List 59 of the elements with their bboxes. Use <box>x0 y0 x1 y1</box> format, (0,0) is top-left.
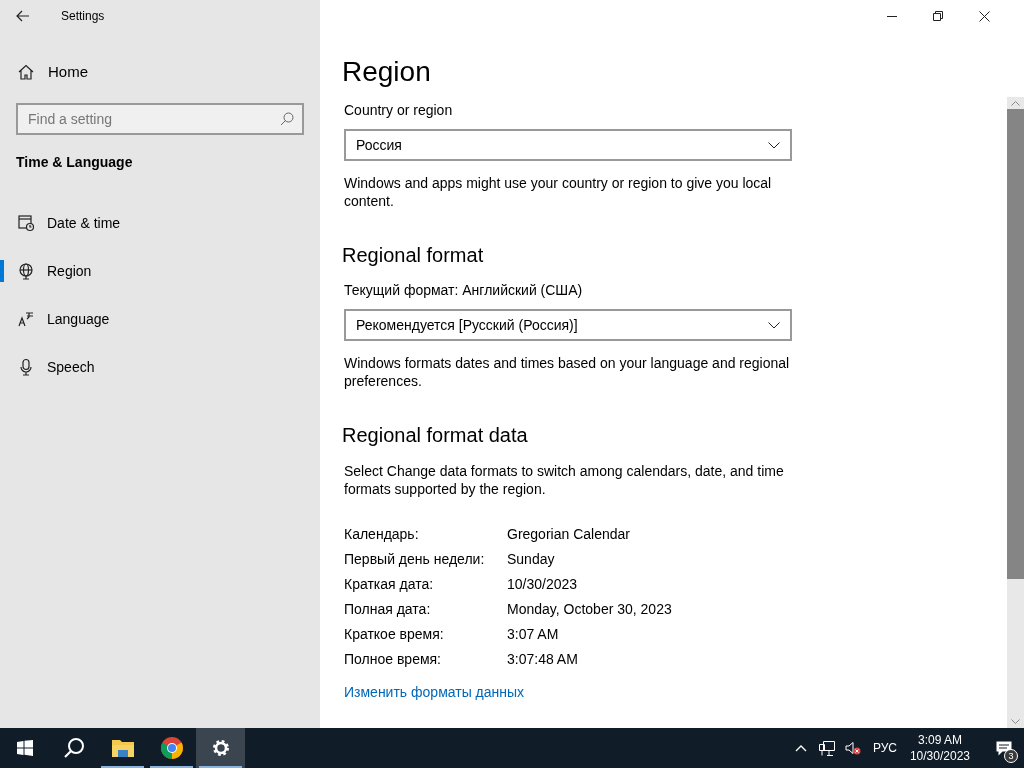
scroll-up-icon <box>1011 100 1020 106</box>
section-heading: Regional format data <box>342 423 528 448</box>
page-title: Region <box>342 55 431 89</box>
notifications-button[interactable]: 3 <box>984 728 1024 768</box>
format-value: 3:07:48 AM <box>507 650 578 669</box>
home-nav-item[interactable]: Home <box>0 52 320 92</box>
format-value: 10/30/2023 <box>507 575 578 594</box>
muted-speaker-icon[interactable] <box>844 740 861 756</box>
chrome-logo-icon <box>159 736 184 760</box>
chevron-down-icon <box>768 321 780 329</box>
format-label: Краткое время: <box>344 625 445 644</box>
nav-item[interactable]: Speech <box>0 356 320 378</box>
language-icon <box>17 310 35 328</box>
gear-icon <box>210 738 231 758</box>
dropdown[interactable]: Рекомендуется [Русский (Россия)] <box>344 309 792 341</box>
home-icon <box>18 64 34 80</box>
description: Select Change data formats to switch among calendars, date, and time formats supported by the region. <box>344 462 785 498</box>
window-title: Settings <box>61 8 105 25</box>
restore-icon <box>933 11 943 21</box>
chevron-up-icon[interactable] <box>794 744 807 752</box>
scrollbar[interactable] <box>1007 97 1024 728</box>
chevron-down-icon <box>768 141 780 149</box>
microphone-icon <box>17 358 35 376</box>
section-heading: Regional format <box>342 243 484 268</box>
field-label: Текущий формат: Английский (США) <box>344 281 583 300</box>
network-icon[interactable] <box>818 740 835 756</box>
close-icon <box>978 10 990 22</box>
windows-logo-icon <box>16 740 33 756</box>
format-value: 3:07 AM <box>507 625 559 644</box>
format-value: Sunday <box>507 550 555 569</box>
folder-icon <box>110 737 135 759</box>
search-icon <box>62 737 85 759</box>
dropdown[interactable]: Россия <box>344 129 792 161</box>
language-indicator[interactable]: РУС <box>872 739 897 757</box>
format-value: Monday, October 30, 2023 <box>507 600 672 619</box>
back-arrow-icon <box>16 10 30 22</box>
format-label: Календарь: <box>344 525 420 544</box>
search-field[interactable]: Find a setting <box>16 103 304 135</box>
minimize-icon <box>887 15 897 17</box>
globe-icon <box>17 262 35 280</box>
scrollbar-thumb[interactable] <box>1007 109 1024 579</box>
taskbar-app[interactable] <box>196 728 245 768</box>
section-heading: Time & Language <box>16 153 134 172</box>
notification-count: 3 <box>1004 749 1018 763</box>
format-value: Gregorian Calendar <box>507 525 630 544</box>
nav-item[interactable]: Language <box>0 308 320 330</box>
change-formats-link[interactable]: Изменить форматы данных <box>344 682 525 703</box>
scroll-down-icon <box>1011 719 1020 725</box>
nav-item[interactable]: Date & time <box>0 212 320 234</box>
clock[interactable]: 3:09 AM 10/30/2023 <box>909 732 970 764</box>
format-label: Первый день недели: <box>344 550 486 569</box>
format-label: Полное время: <box>344 650 442 669</box>
description: Windows and apps might use your country or region to give you local content. <box>344 174 773 210</box>
field-label: Country or region <box>344 101 453 120</box>
calendar-icon <box>17 214 35 232</box>
format-label: Краткая дата: <box>344 575 435 594</box>
description: Windows formats dates and times based on your language and regional preferences. <box>344 354 791 390</box>
search-icon <box>280 112 294 126</box>
format-label: Полная дата: <box>344 600 432 619</box>
